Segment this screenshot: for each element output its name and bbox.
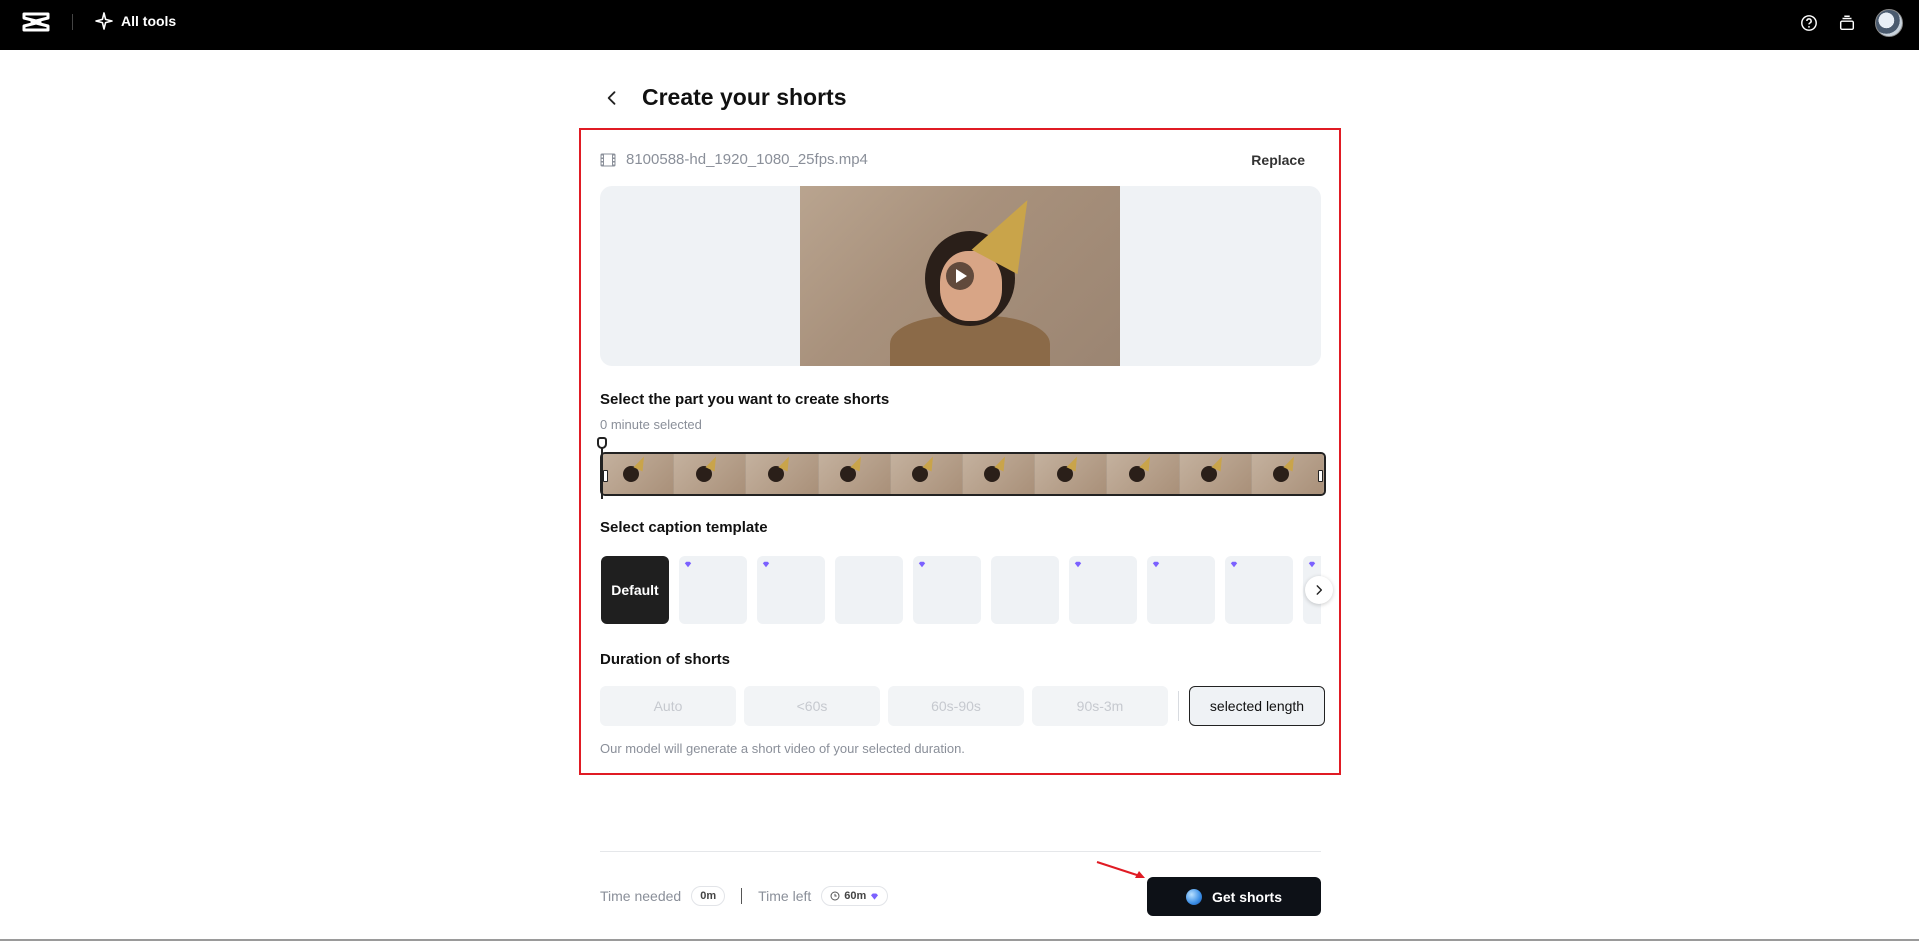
time-info: Time needed 0m Time left 60m: [600, 886, 889, 906]
file-name: 8100588-hd_1920_1080_25fps.mp4: [626, 151, 868, 168]
topbar-divider: [72, 14, 73, 30]
caption-template-5[interactable]: [991, 556, 1059, 624]
duration-option-under-60s[interactable]: <60s: [744, 686, 880, 726]
page-header: Create your shorts: [600, 84, 847, 111]
capcut-logo-icon[interactable]: [22, 11, 50, 33]
premium-gem-icon: [1152, 561, 1160, 568]
timeline-frame: [1035, 454, 1108, 494]
caption-template-list: Default: [601, 556, 1321, 624]
timeline-frame: [674, 454, 747, 494]
premium-gem-icon: [1230, 561, 1238, 568]
replace-button[interactable]: Replace: [1251, 152, 1305, 168]
video-thumbnail[interactable]: [800, 186, 1120, 366]
duration-option-selected-length[interactable]: selected length: [1189, 686, 1325, 726]
caption-template-8[interactable]: [1225, 556, 1293, 624]
all-tools-label: All tools: [121, 13, 177, 29]
footer-divider: [600, 851, 1321, 852]
templates-next-button[interactable]: [1305, 576, 1333, 604]
timeline-frame: [818, 454, 891, 494]
time-left-label: Time left: [758, 888, 812, 904]
projects-stack-icon[interactable]: [1837, 13, 1857, 33]
ai-orb-icon: [1185, 888, 1202, 905]
footer-separator: [741, 888, 743, 904]
premium-gem-icon: [1074, 561, 1082, 568]
duration-options: Auto <60s 60s-90s 90s-3m selected length: [600, 686, 1325, 726]
caption-template-6[interactable]: [1069, 556, 1137, 624]
caption-template-3[interactable]: [835, 556, 903, 624]
timeline-frame: [746, 454, 819, 494]
chevron-left-icon: [607, 90, 616, 105]
duration-separator: [1178, 691, 1179, 721]
premium-gem-icon: [1308, 561, 1316, 568]
caption-template-7[interactable]: [1147, 556, 1215, 624]
duration-option-60s-90s[interactable]: 60s-90s: [888, 686, 1024, 726]
chevron-right-icon: [1316, 585, 1323, 595]
premium-gem-icon: [918, 561, 926, 568]
play-icon[interactable]: [946, 262, 974, 290]
time-needed-badge: 0m: [691, 886, 726, 906]
duration-title: Duration of shorts: [600, 651, 730, 668]
timeline-frame: [1179, 454, 1252, 494]
time-left-badge[interactable]: 60m: [821, 886, 889, 906]
duration-option-90s-3m[interactable]: 90s-3m: [1032, 686, 1168, 726]
all-tools-button[interactable]: All tools: [95, 12, 176, 30]
select-part-title: Select the part you want to create short…: [600, 391, 890, 408]
playhead-line: [601, 445, 603, 499]
caption-template-title: Select caption template: [600, 519, 768, 536]
time-needed-label: Time needed: [600, 888, 682, 904]
file-row: 8100588-hd_1920_1080_25fps.mp4 Replace: [600, 151, 1305, 168]
premium-gem-icon: [684, 561, 692, 568]
timeline-left-handle[interactable]: [603, 470, 608, 482]
caption-template-default[interactable]: Default: [601, 556, 669, 624]
gem-icon: [871, 892, 879, 900]
sparkle-icon: [95, 12, 113, 30]
timeline-frame: [890, 454, 964, 494]
premium-gem-icon: [762, 561, 770, 568]
caption-template-4[interactable]: [913, 556, 981, 624]
film-icon: [600, 153, 616, 166]
timeline-frame: [1251, 454, 1324, 494]
timeline-frame: [602, 454, 675, 494]
help-icon[interactable]: [1799, 13, 1819, 33]
top-navigation-bar: All tools: [0, 0, 1919, 50]
duration-note: Our model will generate a short video of…: [600, 741, 965, 756]
back-button[interactable]: [600, 86, 624, 110]
clock-icon: [830, 891, 840, 901]
annotation-arrow-icon: [1096, 861, 1145, 878]
playhead-handle[interactable]: [597, 437, 607, 449]
get-shorts-button[interactable]: Get shorts: [1147, 877, 1321, 916]
video-timeline[interactable]: [600, 452, 1326, 496]
duration-option-auto[interactable]: Auto: [600, 686, 736, 726]
caption-template-1[interactable]: [679, 556, 747, 624]
selection-status: 0 minute selected: [600, 417, 702, 432]
timeline-frame: [1107, 454, 1180, 494]
get-shorts-label: Get shorts: [1211, 888, 1282, 905]
video-preview-area: [600, 186, 1321, 366]
caption-template-2[interactable]: [757, 556, 825, 624]
timeline-right-handle[interactable]: [1318, 470, 1323, 482]
timeline-frame: [963, 454, 1036, 494]
user-avatar[interactable]: [1875, 9, 1903, 37]
page-title: Create your shorts: [642, 84, 847, 110]
